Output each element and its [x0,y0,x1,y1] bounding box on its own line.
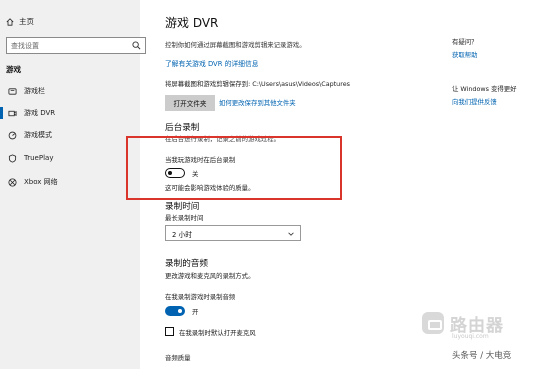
search-icon[interactable] [132,41,141,50]
sidebar-item-label: 游戏 DVR [24,109,56,117]
game-mode-icon [8,131,17,139]
trueplay-icon [8,153,17,163]
xbox-icon [8,177,17,187]
get-help-link[interactable]: 获取帮助 [452,50,478,59]
recorded-audio-heading: 录制的音频 [165,259,208,269]
home-label: 主页 [19,17,34,26]
change-location-link[interactable]: 如何更改保存到其他文件夹 [219,98,296,107]
home-icon [6,17,14,26]
settings-sidebar: 主页 查找设置 游戏 游戏栏 游戏 DVR 游戏模式 TruePlay Xbox… [0,0,146,369]
save-path-text: 将屏幕截图和游戏剪辑保存到: C:\Users\asus\Videos\Capt… [165,80,350,88]
max-recording-label: 最长录制时间 [165,214,204,222]
mic-default-checkbox[interactable] [165,327,174,336]
sidebar-section-games: 游戏 [6,65,21,74]
router-logo-icon [422,312,444,334]
page-title: 游戏 DVR [165,16,219,30]
search-placeholder: 查找设置 [11,42,39,50]
page-description: 控制你如何通过屏幕截图和游戏剪辑来记录游戏。 [165,41,306,49]
chevron-down-icon [288,232,294,236]
sidebar-item-label: 游戏模式 [24,131,52,139]
audio-quality-label: 音频质量 [165,354,191,362]
source-credit: 头条号 / 大电竞 [452,351,512,361]
game-dvr-icon [8,110,17,116]
sidebar-item-trueplay[interactable]: TruePlay [0,148,140,168]
recording-time-heading: 录制时间 [165,202,200,212]
record-audio-toggle[interactable] [165,306,185,316]
mic-default-label: 在我录制时默认打开麦克风 [179,329,256,337]
max-recording-dropdown[interactable]: 2 小时 [165,225,301,241]
learn-more-link[interactable]: 了解有关游戏 DVR 的详细信息 [165,58,259,68]
open-folder-button[interactable]: 打开文件夹 [165,95,215,111]
sidebar-item-xbox-network[interactable]: Xbox 网络 [0,172,140,192]
feedback-link[interactable]: 向我们提供反馈 [452,97,497,106]
watermark-url: luyouqi.com [452,333,489,340]
sidebar-item-game-bar[interactable]: 游戏栏 [0,81,140,101]
sidebar-item-label: TruePlay [24,154,54,162]
sidebar-item-game-mode[interactable]: 游戏模式 [0,125,140,145]
record-audio-state: 开 [192,308,199,316]
sidebar-item-label: 游戏栏 [24,87,45,95]
game-bar-icon [8,87,17,95]
home-nav[interactable]: 主页 [6,16,34,27]
record-audio-toggle-label: 在我录制游戏时录制音频 [165,293,236,301]
max-recording-value: 2 小时 [172,231,193,239]
annotation-highlight-box [126,136,342,200]
sidebar-item-game-dvr[interactable]: 游戏 DVR [0,103,140,123]
question-heading: 有疑问？ [452,38,478,46]
recorded-audio-sub: 更改游戏和麦克风的录制方式。 [165,272,255,280]
improve-windows-text: 让 Windows 变得更好 [452,85,517,93]
background-recording-heading: 后台录制 [165,123,200,133]
sidebar-item-label: Xbox 网络 [24,178,58,186]
search-input[interactable]: 查找设置 [6,37,146,54]
